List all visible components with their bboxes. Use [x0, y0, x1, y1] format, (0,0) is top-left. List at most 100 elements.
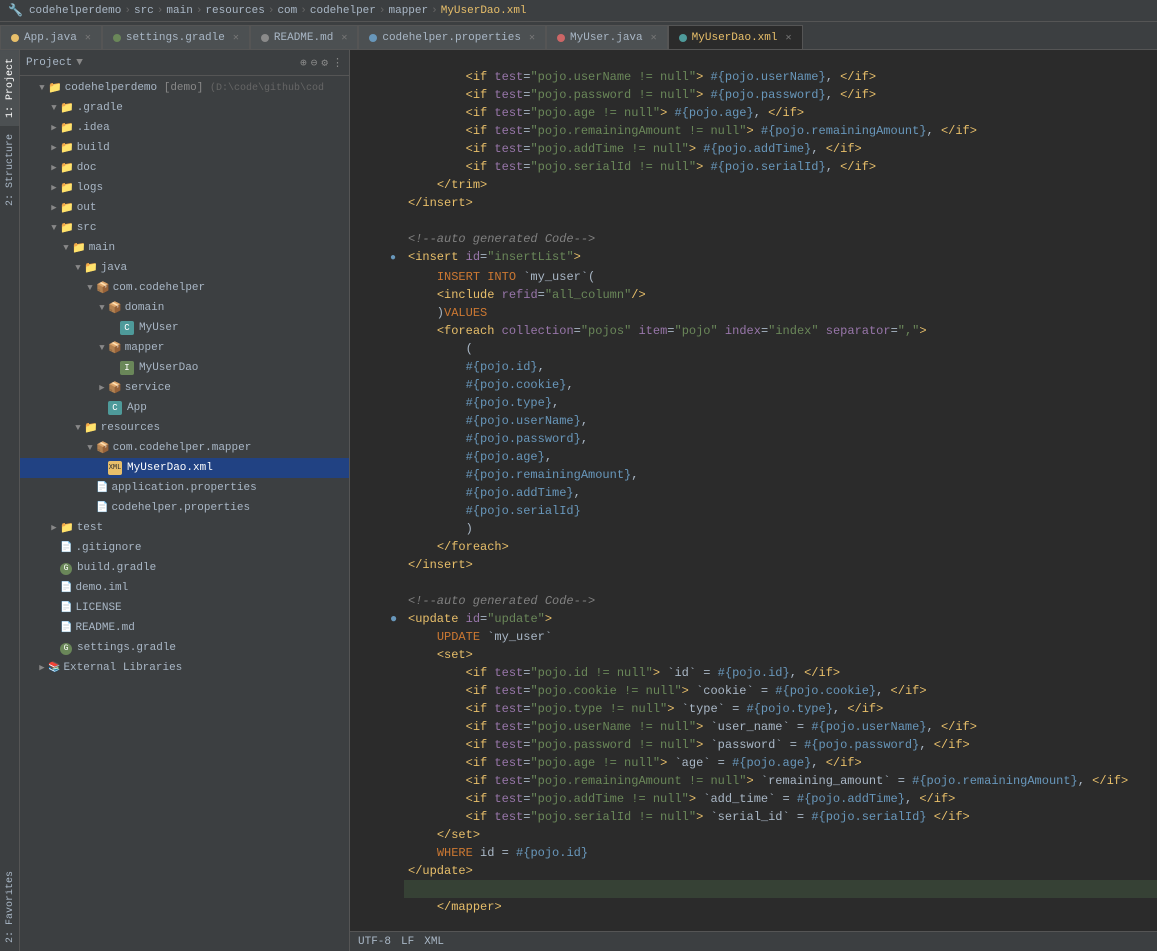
code-line: </mapper> — [350, 898, 1157, 916]
xml-icon: XML — [108, 461, 124, 475]
tab-dot — [557, 34, 565, 42]
tab-myuser-java[interactable]: MyUser.java ✕ — [546, 25, 668, 49]
tree-item-java[interactable]: ▼ 📁 java — [20, 258, 349, 278]
tree-item-test[interactable]: ▶ 📁 test — [20, 518, 349, 538]
folder-icon: 📁 — [60, 521, 74, 535]
close-icon[interactable]: ✕ — [233, 32, 239, 44]
tree-item-gitignore[interactable]: 📄 .gitignore — [20, 538, 349, 558]
tab-myuserdao-xml[interactable]: MyUserDao.xml ✕ — [668, 25, 803, 49]
tab-readme-md[interactable]: README.md ✕ — [250, 25, 358, 49]
tree-item-myuserdao-xml[interactable]: XML MyUserDao.xml — [20, 458, 349, 478]
tab-codehelper-properties[interactable]: codehelper.properties ✕ — [358, 25, 546, 49]
tree-item-main[interactable]: ▼ 📁 main — [20, 238, 349, 258]
close-icon[interactable]: ✕ — [651, 32, 657, 44]
status-bar: UTF-8 LF XML — [350, 931, 1157, 951]
tab-settings-gradle[interactable]: settings.gradle ✕ — [102, 25, 250, 49]
code-line: #{pojo.remainingAmount}, — [350, 466, 1157, 484]
tree-item-build[interactable]: ▶ 📁 build — [20, 138, 349, 158]
tree-item-readme[interactable]: 📄 README.md — [20, 618, 349, 638]
code-line: </insert> — [350, 194, 1157, 212]
tree-item-out[interactable]: ▶ 📁 out — [20, 198, 349, 218]
code-line: <!--auto generated Code--> — [350, 230, 1157, 248]
file-icon: 📄 — [60, 542, 72, 554]
tree-item-idea[interactable]: ▶ 📁 .idea — [20, 118, 349, 138]
tree-item-com-codehelper[interactable]: ▼ 📦 com.codehelper — [20, 278, 349, 298]
code-line: ● <insert id="insertList"> — [350, 248, 1157, 268]
code-line: </foreach> — [350, 538, 1157, 556]
code-line: #{pojo.userName}, — [350, 412, 1157, 430]
tree-item-app-class[interactable]: C App — [20, 398, 349, 418]
sidebar-tab-favorites[interactable]: 2: Favorites — [0, 863, 19, 951]
sidebar-tab-structure[interactable]: 2: Structure — [0, 126, 19, 214]
package-icon: 📦 — [108, 301, 122, 315]
tree-item-domain[interactable]: ▼ 📦 domain — [20, 298, 349, 318]
code-line: <if test="pojo.age != null"> #{pojo.age}… — [350, 104, 1157, 122]
tree-item-mapper-pkg[interactable]: ▼ 📦 mapper — [20, 338, 349, 358]
project-panel: Project ▼ ⊕ ⊖ ⚙ ⋮ ▼ 📁 codehelperdemo [de… — [20, 50, 350, 951]
encoding-label: UTF-8 — [358, 936, 391, 948]
close-icon[interactable]: ✕ — [85, 32, 91, 44]
tree-item-resources[interactable]: ▼ 📁 resources — [20, 418, 349, 438]
settings-icon[interactable]: ⚙ — [321, 56, 328, 70]
tree-item-demo-iml[interactable]: 📄 demo.iml — [20, 578, 349, 598]
folder-icon: 📁 — [48, 81, 62, 95]
code-line: ) — [350, 520, 1157, 538]
tab-dot — [261, 34, 269, 42]
code-line: <!--auto generated Code--> — [350, 592, 1157, 610]
code-line: ● <update id="update"> — [350, 610, 1157, 628]
code-line: </update> — [350, 862, 1157, 880]
tab-app-java[interactable]: App.java ✕ — [0, 25, 102, 49]
tree-item-logs[interactable]: ▶ 📁 logs — [20, 178, 349, 198]
close-icon[interactable]: ✕ — [341, 32, 347, 44]
code-line: <if test="pojo.cookie != null"> `cookie`… — [350, 682, 1157, 700]
folder-icon: 📁 — [60, 101, 74, 115]
folder-icon: 📁 — [60, 201, 74, 215]
tree-item-myuserdao-interface[interactable]: I MyUserDao — [20, 358, 349, 378]
code-line: #{pojo.id}, — [350, 358, 1157, 376]
code-line — [350, 212, 1157, 230]
code-line: <if test="pojo.remainingAmount != null">… — [350, 122, 1157, 140]
tree-item-codehelper-properties[interactable]: 📄 codehelper.properties — [20, 498, 349, 518]
project-header: Project ▼ ⊕ ⊖ ⚙ ⋮ — [20, 50, 349, 76]
code-line: #{pojo.type}, — [350, 394, 1157, 412]
remove-icon[interactable]: ⊖ — [311, 56, 318, 70]
sidebar-tab-project[interactable]: 1: Project — [0, 50, 19, 126]
class-icon: C — [108, 401, 124, 415]
tree-item-doc[interactable]: ▶ 📁 doc — [20, 158, 349, 178]
tree-item-build-gradle[interactable]: G build.gradle — [20, 558, 349, 578]
tree-item-src[interactable]: ▼ 📁 src — [20, 218, 349, 238]
code-line: <if test="pojo.age != null"> `age` = #{p… — [350, 754, 1157, 772]
tree-item-external-libs[interactable]: ▶ 📚 External Libraries — [20, 658, 349, 678]
tree-item-license[interactable]: 📄 LICENSE — [20, 598, 349, 618]
code-line: <if test="pojo.id != null"> `id` = #{poj… — [350, 664, 1157, 682]
editor-content[interactable]: <if test="pojo.userName != null"> #{pojo… — [350, 50, 1157, 931]
add-icon[interactable]: ⊕ — [300, 56, 307, 70]
tree-item-settings-gradle[interactable]: G settings.gradle — [20, 638, 349, 658]
main-layout: 1: Project 2: Structure 2: Favorites Pro… — [0, 50, 1157, 951]
code-line: <if test="pojo.userName != null"> `user_… — [350, 718, 1157, 736]
code-line: <if test="pojo.addTime != null"> `add_ti… — [350, 790, 1157, 808]
more-icon[interactable]: ⋮ — [332, 56, 343, 70]
tree-item-mapper-resources[interactable]: ▼ 📦 com.codehelper.mapper — [20, 438, 349, 458]
code-line: <if test="pojo.serialId != null"> `seria… — [350, 808, 1157, 826]
tree-item-service[interactable]: ▶ 📦 service — [20, 378, 349, 398]
file-icon: 📄 — [60, 622, 72, 634]
class-icon: C — [120, 321, 136, 335]
project-actions: ⊕ ⊖ ⚙ ⋮ — [300, 56, 343, 70]
file-icon: 📄 — [60, 582, 72, 594]
close-icon[interactable]: ✕ — [529, 32, 535, 44]
code-line: <if test="pojo.remainingAmount != null">… — [350, 772, 1157, 790]
tree-item-application-properties[interactable]: 📄 application.properties — [20, 478, 349, 498]
code-line — [350, 574, 1157, 592]
folder-icon: 📁 — [60, 181, 74, 195]
app-icon: 🔧 — [8, 3, 23, 18]
code-line: <foreach collection="pojos" item="pojo" … — [350, 322, 1157, 340]
breadcrumb: codehelperdemo › src › main › resources … — [29, 5, 527, 17]
tree-item-root[interactable]: ▼ 📁 codehelperdemo [demo] (D:\code\githu… — [20, 78, 349, 98]
close-icon[interactable]: ✕ — [786, 32, 792, 44]
file-icon: 📄 — [96, 482, 108, 494]
gradle-icon: G — [60, 562, 74, 575]
tree-item-myuser[interactable]: C MyUser — [20, 318, 349, 338]
tree-item-gradle-dir[interactable]: ▼ 📁 .gradle — [20, 98, 349, 118]
folder-icon: 📁 — [60, 121, 74, 135]
